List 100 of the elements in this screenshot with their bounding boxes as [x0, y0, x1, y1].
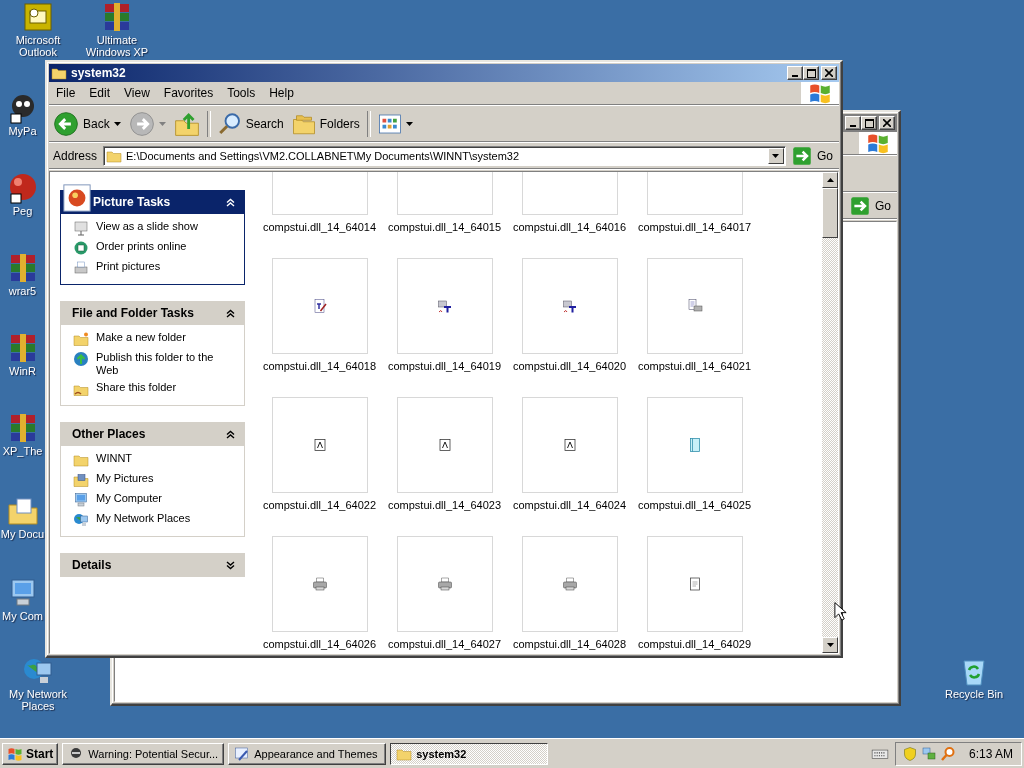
thumbnail[interactable]	[521, 397, 618, 493]
thumbnail[interactable]	[396, 397, 493, 493]
file-name: compstui.dll_14_64025	[637, 499, 752, 511]
file-name: compstui.dll_14_64018	[262, 360, 377, 372]
window-title: system32	[71, 66, 127, 80]
thumbnail[interactable]	[521, 258, 618, 354]
file-name: compstui.dll_14_64022	[262, 499, 377, 511]
task-link[interactable]: WINNT	[73, 452, 236, 468]
folder-icon	[51, 65, 67, 81]
magnifier-icon[interactable]	[939, 745, 956, 762]
caret-icon	[113, 122, 121, 126]
windows-flag-icon	[808, 81, 832, 105]
folders-button[interactable]: Folders	[287, 109, 364, 139]
scroll-up-button[interactable]	[822, 172, 838, 188]
thumbnail[interactable]	[271, 536, 368, 632]
back-button[interactable]: Back	[49, 109, 125, 139]
printer-icon	[73, 260, 89, 276]
thumbnail[interactable]	[646, 397, 743, 493]
network-status-icon[interactable]	[920, 745, 937, 762]
thumbnail[interactable]	[646, 258, 743, 354]
task-link[interactable]: Share this folder	[73, 381, 236, 397]
thumbnail[interactable]	[396, 258, 493, 354]
section-title: Details	[72, 558, 112, 572]
file-name: compstui.dll_14_64021	[637, 360, 752, 372]
section-header[interactable]: Other Places	[60, 422, 245, 446]
globe-upload-icon	[73, 351, 89, 367]
dropdown-button[interactable]	[768, 148, 784, 164]
file-name: compstui.dll_14_64027	[387, 638, 502, 650]
thumbnail[interactable]	[396, 536, 493, 632]
task-link[interactable]: Order prints online	[73, 240, 236, 256]
computer-icon	[73, 492, 89, 508]
maximize-button[interactable]	[803, 66, 819, 80]
menu-item[interactable]: Help	[262, 84, 301, 102]
task-link[interactable]: My Network Places	[73, 512, 236, 528]
taskbar-button[interactable]: Appearance and Themes	[228, 742, 387, 765]
search-button[interactable]: Search	[213, 109, 288, 139]
collapse-chevron-icon[interactable]	[226, 308, 235, 318]
windows-flag-icon	[7, 745, 23, 762]
printer-icon	[436, 576, 453, 592]
shield-icon[interactable]	[901, 745, 918, 762]
desktop-shortcut[interactable]: Ultimate Windows XP	[79, 1, 155, 58]
task-link[interactable]: Publish this folder to the Web	[73, 351, 236, 377]
section-title: File and Folder Tasks	[72, 306, 194, 320]
file-name: compstui.dll_14_64020	[512, 360, 627, 372]
scroll-down-button[interactable]	[822, 637, 838, 653]
expand-chevron-icon[interactable]	[226, 560, 235, 570]
close-button[interactable]	[821, 66, 837, 80]
menu-item[interactable]: Tools	[220, 84, 263, 102]
menu-item[interactable]: Edit	[82, 84, 118, 102]
caret-icon	[826, 178, 834, 182]
desktop-shortcut[interactable]: XP_The	[0, 412, 45, 457]
desktop-shortcut[interactable]: Microsoft Outlook	[0, 1, 76, 58]
section-header[interactable]: File and Folder Tasks	[60, 301, 245, 325]
taskbar-button[interactable]: system32	[390, 742, 549, 765]
printer-icon	[561, 576, 578, 592]
minimize-button[interactable]	[787, 66, 803, 80]
menu-item[interactable]: File	[49, 84, 83, 102]
scroll-bar[interactable]	[822, 172, 838, 653]
printer-font-icon	[436, 298, 453, 314]
desktop-shortcut[interactable]: My Com	[0, 577, 45, 622]
desktop-shortcut[interactable]: Recycle Bin	[936, 655, 1012, 700]
close-button[interactable]	[879, 116, 895, 130]
section-header[interactable]: Details	[60, 553, 245, 577]
desktop-shortcut[interactable]: WinR	[0, 332, 45, 377]
desktop-shortcut[interactable]: My Docu	[0, 495, 45, 540]
letter-page-icon	[311, 437, 328, 453]
task-link[interactable]: View as a slide show	[73, 220, 236, 236]
maximize-button[interactable]	[861, 116, 877, 130]
taskbar-button[interactable]: Warning: Potential Secur...	[62, 742, 225, 765]
menu-item[interactable]: View	[117, 84, 157, 102]
desktop-shortcut[interactable]: Peg	[0, 172, 45, 217]
thumbnail[interactable]	[521, 536, 618, 632]
desktop-shortcut[interactable]: wrar5	[0, 252, 45, 297]
close-icon	[883, 119, 891, 127]
task-link[interactable]: Print pictures	[73, 260, 236, 276]
maximize-icon	[864, 118, 874, 128]
minimize-button[interactable]	[845, 116, 861, 130]
file-name: compstui.dll_14_64024	[512, 499, 627, 511]
section-title: Other Places	[72, 427, 146, 441]
menu-item[interactable]: Favorites	[156, 84, 221, 102]
documents-folder-icon	[6, 495, 39, 527]
go-button[interactable]: Go	[786, 146, 839, 166]
task-link[interactable]: My Pictures	[73, 472, 236, 488]
letter-page-icon	[436, 437, 453, 453]
go-button[interactable]: Go	[844, 196, 897, 216]
scroll-thumb[interactable]	[822, 188, 838, 238]
thumbnail[interactable]	[271, 258, 368, 354]
collapse-chevron-icon[interactable]	[226, 429, 235, 439]
task-link[interactable]: My Computer	[73, 492, 236, 508]
printer-font-icon	[561, 298, 578, 314]
desktop-shortcut[interactable]: MyPa	[0, 92, 45, 137]
mail-app-icon	[22, 1, 54, 33]
address-field[interactable]: E:\Documents and Settings\VM2.COLLABNET\My Documents\WINNT\system32	[103, 146, 786, 166]
maximize-icon	[806, 68, 816, 78]
start-button[interactable]: Start	[2, 742, 59, 765]
thumbnail[interactable]	[271, 397, 368, 493]
thumbnail[interactable]	[646, 536, 743, 632]
desktop-shortcut[interactable]: My Network Places	[0, 655, 76, 712]
task-link[interactable]: Make a new folder	[73, 331, 236, 347]
search-icon	[217, 112, 242, 136]
